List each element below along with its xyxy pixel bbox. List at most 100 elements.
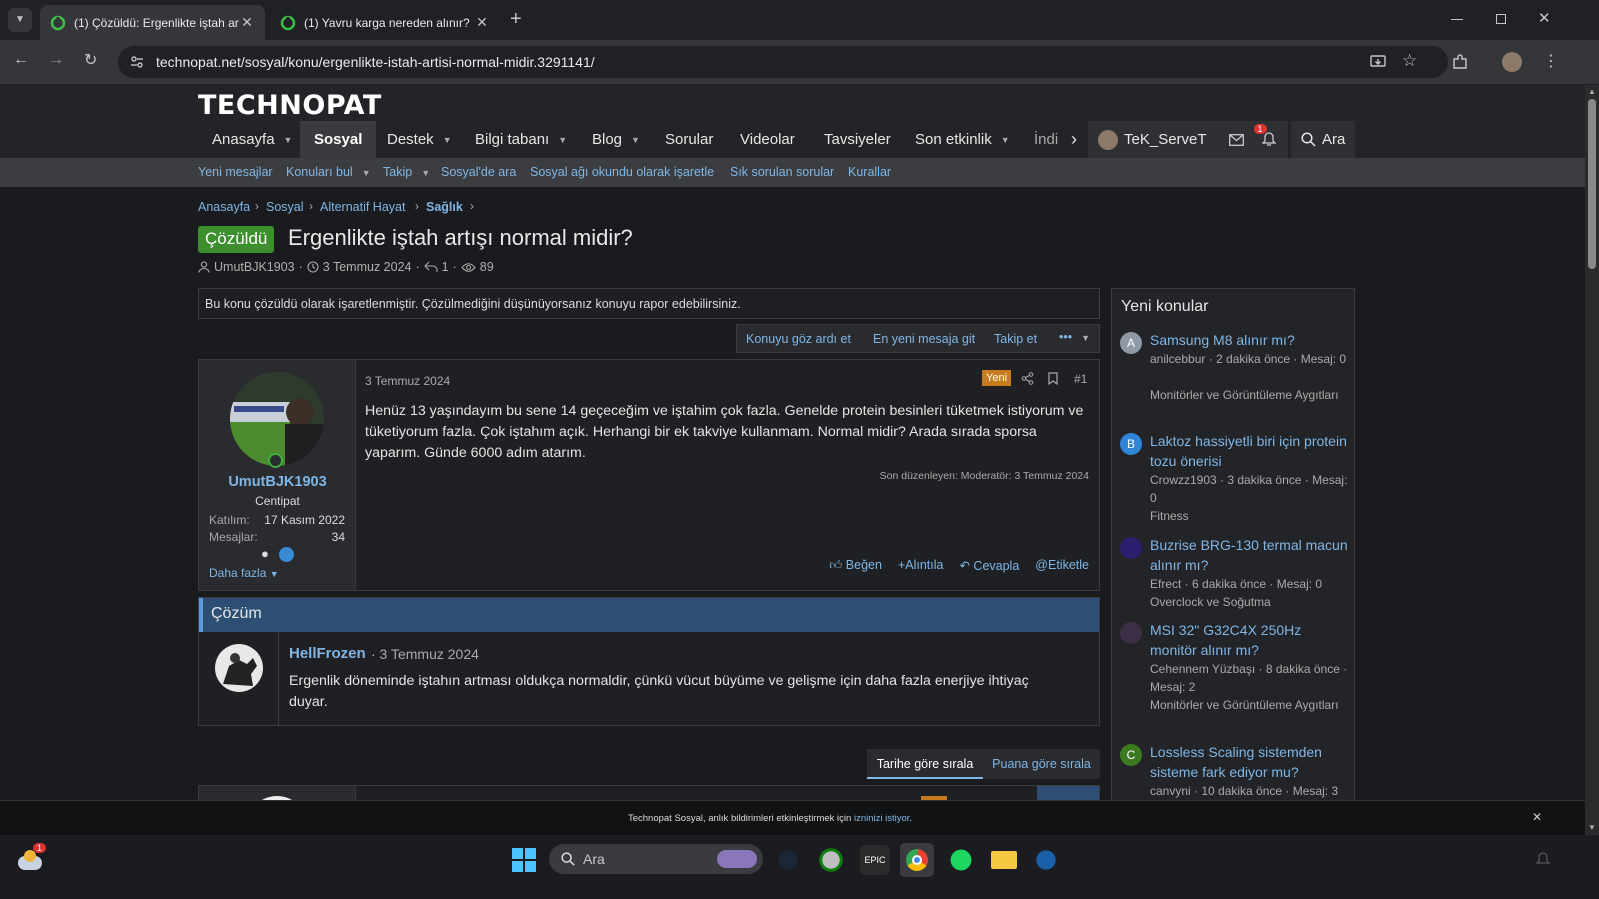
- sidebar-thread-title[interactable]: Laktoz hassiyetli biri için protein tozu…: [1150, 431, 1350, 471]
- like-button[interactable]: 👍︎ Beğen: [829, 558, 882, 573]
- thread-author[interactable]: UmutBJK1903: [214, 260, 295, 274]
- bookmark-star-icon[interactable]: ☆: [1402, 51, 1417, 71]
- bookmark-icon[interactable]: [1048, 372, 1058, 385]
- site-logo[interactable]: TECHNOPAT: [198, 90, 382, 121]
- taskbar-search[interactable]: Ara: [549, 844, 763, 874]
- subnav-rules[interactable]: Kurallar: [848, 165, 891, 179]
- scroll-up-icon[interactable]: ▲: [1588, 87, 1596, 96]
- breadcrumb-item[interactable]: Alternatif Hayat: [320, 200, 405, 214]
- sidebar-thread-forum[interactable]: Fitness: [1150, 507, 1350, 525]
- close-tab-icon[interactable]: ✕: [239, 14, 255, 31]
- nav-son-etkinlik[interactable]: Son etkinlik ▼: [901, 121, 1024, 158]
- weather-icon[interactable]: 1: [16, 843, 47, 872]
- nav-sorular[interactable]: Sorular: [651, 121, 727, 158]
- install-app-icon[interactable]: [1370, 54, 1386, 70]
- avatar[interactable]: B: [1120, 433, 1142, 455]
- nav-bilgi-tabani[interactable]: Bilgi tabanı ▼: [461, 121, 581, 158]
- permission-link[interactable]: izninizi istiyor: [854, 813, 909, 824]
- watch-thread-button[interactable]: Takip et: [994, 332, 1037, 346]
- quote-button[interactable]: +Alıntıla: [898, 558, 944, 573]
- sidebar-thread-forum[interactable]: Monitörler ve Görüntüleme Aygıtları: [1150, 696, 1350, 714]
- post-number[interactable]: #1: [1074, 372, 1087, 386]
- avatar[interactable]: A: [1120, 332, 1142, 354]
- sort-tabs: Tarihe göre sırala Puana göre sırala: [867, 749, 1100, 779]
- user-menu[interactable]: TeK_ServeT 1: [1088, 121, 1288, 158]
- subnav-mark-read[interactable]: Sosyal ağı okundu olarak işaretle: [530, 165, 714, 179]
- breadcrumb-item[interactable]: Anasayfa: [198, 200, 250, 214]
- spotify-icon[interactable]: [946, 845, 976, 875]
- sidebar-thread-title[interactable]: Lossless Scaling sistemden sisteme fark …: [1150, 742, 1350, 782]
- browser-menu-icon[interactable]: ⋮: [1543, 51, 1559, 71]
- more-options-icon[interactable]: ••• ▼: [1059, 330, 1090, 344]
- share-icon[interactable]: [1021, 372, 1034, 385]
- sidebar-thread-forum[interactable]: Overclock ve Soğutma: [1150, 593, 1350, 611]
- nav-indir[interactable]: İndi: [1020, 121, 1072, 158]
- solution-author[interactable]: HellFrozen: [289, 645, 366, 662]
- sidebar-thread-forum[interactable]: Monitörler ve Görüntüleme Aygıtları: [1150, 386, 1350, 404]
- nav-tavsiyeler[interactable]: Tavsiyeler: [810, 121, 905, 158]
- ignore-thread-button[interactable]: Konuyu göz ardı et: [746, 332, 851, 346]
- thread-date[interactable]: 3 Temmuz 2024: [323, 260, 412, 274]
- avatar[interactable]: C: [1120, 744, 1142, 766]
- file-explorer-icon[interactable]: [989, 845, 1019, 875]
- minimize-icon[interactable]: [1451, 19, 1463, 20]
- subnav-watched[interactable]: Takip ▼: [383, 165, 430, 179]
- sidebar-thread-title[interactable]: Samsung M8 alınır mı?: [1150, 330, 1350, 350]
- close-icon[interactable]: ✕: [1532, 810, 1542, 824]
- subnav-new-messages[interactable]: Yeni mesajlar: [198, 165, 273, 179]
- nav-scroll-right-icon[interactable]: ›: [1071, 129, 1077, 150]
- sidebar-thread-title[interactable]: MSI 32" G32C4X 250Hz monitör alınır mı?: [1150, 620, 1350, 660]
- reload-icon[interactable]: ↻: [84, 50, 97, 70]
- sidebar-thread-title[interactable]: Buzrise BRG-130 termal macun alınır mı?: [1150, 535, 1350, 575]
- post-date[interactable]: 3 Temmuz 2024: [365, 374, 450, 388]
- mention-button[interactable]: @Etiketle: [1035, 558, 1089, 573]
- subnav-faq[interactable]: Sık sorulan sorular: [730, 165, 834, 179]
- profile-avatar[interactable]: [1502, 52, 1522, 72]
- back-arrow-icon[interactable]: ←: [13, 51, 29, 69]
- xbox-icon[interactable]: [816, 845, 846, 875]
- sort-by-score-tab[interactable]: Puana göre sırala: [983, 749, 1100, 779]
- nav-anasayfa[interactable]: Anasayfa ▼: [198, 121, 306, 158]
- nav-videolar[interactable]: Videolar: [726, 121, 809, 158]
- solution-date[interactable]: · 3 Temmuz 2024: [371, 646, 479, 662]
- avatar[interactable]: [1120, 537, 1142, 559]
- sort-by-date-tab[interactable]: Tarihe göre sırala: [867, 749, 983, 779]
- close-tab-icon[interactable]: ✕: [474, 14, 490, 31]
- bell-icon[interactable]: [1261, 132, 1276, 147]
- tab-active[interactable]: (1) Çözüldü: Ergenlikte iştah artı ✕: [40, 5, 265, 40]
- forward-arrow-icon[interactable]: →: [48, 51, 64, 69]
- notification-bell-icon[interactable]: [1536, 852, 1550, 867]
- epic-games-icon[interactable]: EPIC: [860, 845, 890, 875]
- latest-post-button[interactable]: En yeni mesaja git: [873, 332, 975, 346]
- tab-search-button[interactable]: ▼: [8, 8, 32, 32]
- subnav-search-forum[interactable]: Sosyal'de ara: [441, 165, 516, 179]
- mail-icon[interactable]: [1228, 133, 1244, 146]
- close-window-icon[interactable]: ✕: [1538, 9, 1551, 27]
- nav-destek[interactable]: Destek ▼: [373, 121, 466, 158]
- steam-icon-2[interactable]: [1031, 845, 1061, 875]
- more-info-button[interactable]: Daha fazla ▼: [209, 566, 279, 580]
- address-bar[interactable]: technopat.net/sosyal/konu/ergenlikte-ist…: [118, 46, 1448, 78]
- post-username[interactable]: UmutBJK1903: [199, 474, 356, 490]
- windows-start-icon[interactable]: [512, 848, 536, 872]
- new-tab-icon[interactable]: +: [510, 8, 522, 31]
- tab-inactive[interactable]: (1) Yavru karga nereden alınır? | ✕: [270, 5, 500, 40]
- subnav-find-threads[interactable]: Konuları bul ▼: [286, 165, 371, 179]
- steam-icon[interactable]: [773, 845, 803, 875]
- reply-button[interactable]: ↶ Cevapla: [959, 558, 1019, 573]
- scrollbar-thumb[interactable]: [1588, 99, 1596, 269]
- chrome-icon[interactable]: [900, 843, 934, 877]
- breadcrumb-item[interactable]: Sağlık: [426, 200, 463, 214]
- site-settings-icon[interactable]: [130, 55, 144, 69]
- breadcrumb-item[interactable]: Sosyal: [266, 200, 304, 214]
- avatar[interactable]: [1120, 622, 1142, 644]
- nav-blog[interactable]: Blog ▼: [578, 121, 654, 158]
- nav-sosyal[interactable]: Sosyal: [300, 121, 377, 158]
- avatar[interactable]: [215, 644, 263, 692]
- page-scrollbar[interactable]: ▲ ▼: [1585, 85, 1599, 835]
- avatar[interactable]: [230, 372, 324, 466]
- extensions-icon[interactable]: [1452, 54, 1468, 70]
- maximize-icon[interactable]: [1496, 14, 1506, 24]
- scroll-down-icon[interactable]: ▼: [1588, 823, 1596, 832]
- site-search-button[interactable]: Ara: [1291, 121, 1355, 158]
